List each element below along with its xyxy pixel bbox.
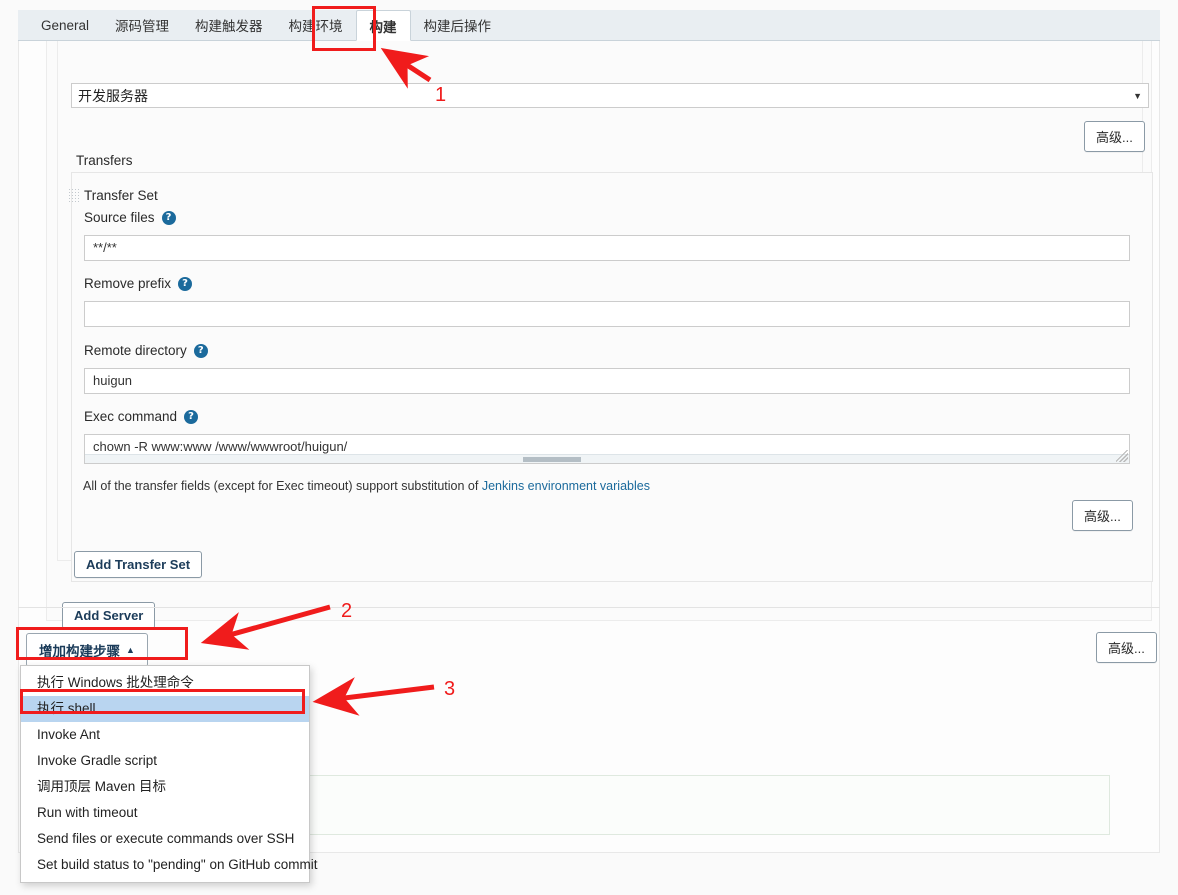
exec-command-label-text: Exec command [84, 409, 178, 424]
ssh-server-select[interactable]: 开发服务器 ▼ [71, 83, 1149, 108]
tab-label: 源码管理 [115, 19, 170, 34]
menu-item-execute-shell[interactable]: 执行 shell [21, 696, 309, 722]
help-icon[interactable]: ? [184, 409, 199, 424]
textarea-resize-handle[interactable] [1116, 450, 1128, 462]
remove-prefix-input[interactable] [84, 301, 1130, 327]
hint-text: All of the transfer fields (except for E… [83, 479, 482, 493]
remove-prefix-label-text: Remove prefix [84, 276, 172, 291]
advanced-button-server[interactable]: 高级... [1084, 121, 1145, 152]
exec-command-label: Exec command ? [84, 409, 199, 424]
tab-scm[interactable]: 源码管理 [102, 10, 182, 40]
annotation-number-1: 1 [435, 84, 447, 106]
tab-label: General [41, 17, 90, 33]
remove-prefix-label: Remove prefix ? [84, 276, 193, 291]
source-files-label-text: Source files [84, 210, 155, 225]
menu-item-run-with-timeout[interactable]: Run with timeout [21, 800, 309, 826]
help-icon[interactable]: ? [178, 276, 193, 291]
transfer-fields-hint: All of the transfer fields (except for E… [83, 479, 650, 493]
tab-label: 构建环境 [288, 19, 343, 34]
annotation-number-2: 2 [341, 600, 353, 622]
advanced-button-transfer-set[interactable]: 高级... [1072, 500, 1133, 531]
advanced-button-publisher[interactable]: 高级... [1096, 632, 1157, 663]
jenkins-env-vars-link[interactable]: Jenkins environment variables [482, 479, 650, 493]
chevron-up-icon: ▲ [126, 645, 135, 655]
remote-directory-label: Remote directory ? [84, 343, 208, 358]
section-divider [18, 607, 1160, 608]
source-files-input[interactable]: **/** [84, 235, 1130, 261]
add-transfer-set-button[interactable]: Add Transfer Set [74, 551, 203, 578]
remote-directory-input[interactable]: huigun [84, 368, 1130, 394]
tab-build[interactable]: 构建 [355, 10, 411, 41]
tab-label: 构建触发器 [195, 19, 263, 34]
menu-item-invoke-gradle[interactable]: Invoke Gradle script [21, 748, 309, 774]
jenkins-job-config-page: General 源码管理 构建触发器 构建环境 构建 构建后操作 开发服务器 ▼… [0, 0, 1178, 895]
menu-item-github-pending[interactable]: Set build status to "pending" on GitHub … [21, 852, 317, 878]
textarea-horizontal-scrollbar[interactable] [85, 454, 1129, 463]
add-build-step-label: 增加构建步骤 [39, 644, 120, 659]
tab-build-triggers[interactable]: 构建触发器 [182, 10, 276, 40]
tab-label: 构建后操作 [423, 19, 492, 34]
menu-item-windows-batch[interactable]: 执行 Windows 批处理命令 [21, 670, 309, 696]
remote-directory-label-text: Remote directory [84, 343, 187, 358]
exec-command-value: chown -R www:www /www/wwwroot/huigun/ [93, 439, 348, 454]
tab-post-build[interactable]: 构建后操作 [411, 10, 505, 40]
help-icon[interactable]: ? [193, 343, 208, 358]
annotation-number-3: 3 [444, 678, 456, 700]
build-step-dropdown-menu: 执行 Windows 批处理命令 执行 shell Invoke Ant Inv… [20, 665, 317, 883]
help-icon[interactable]: ? [161, 210, 176, 225]
tab-label: 构建 [369, 19, 397, 35]
config-tab-bar: General 源码管理 构建触发器 构建环境 构建 构建后操作 [18, 10, 1160, 41]
ssh-server-selected-value: 开发服务器 [78, 87, 148, 104]
transfer-set-drag-handle[interactable] [68, 188, 79, 202]
chevron-down-icon: ▼ [1133, 90, 1142, 101]
menu-item-maven-targets[interactable]: 调用顶层 Maven 目标 [21, 774, 309, 800]
exec-command-textarea[interactable]: chown -R www:www /www/wwwroot/huigun/ [84, 434, 1130, 464]
tab-general[interactable]: General [28, 10, 102, 40]
transfers-section-label: Transfers [76, 153, 133, 168]
source-files-label: Source files ? [84, 210, 176, 225]
transfer-set-label: Transfer Set [84, 188, 158, 203]
menu-item-invoke-ant[interactable]: Invoke Ant [21, 722, 309, 748]
add-build-step-button[interactable]: 增加构建步骤 ▲ [26, 633, 148, 667]
menu-item-send-files-ssh[interactable]: Send files or execute commands over SSH [21, 826, 309, 852]
tab-build-env[interactable]: 构建环境 [276, 10, 356, 40]
